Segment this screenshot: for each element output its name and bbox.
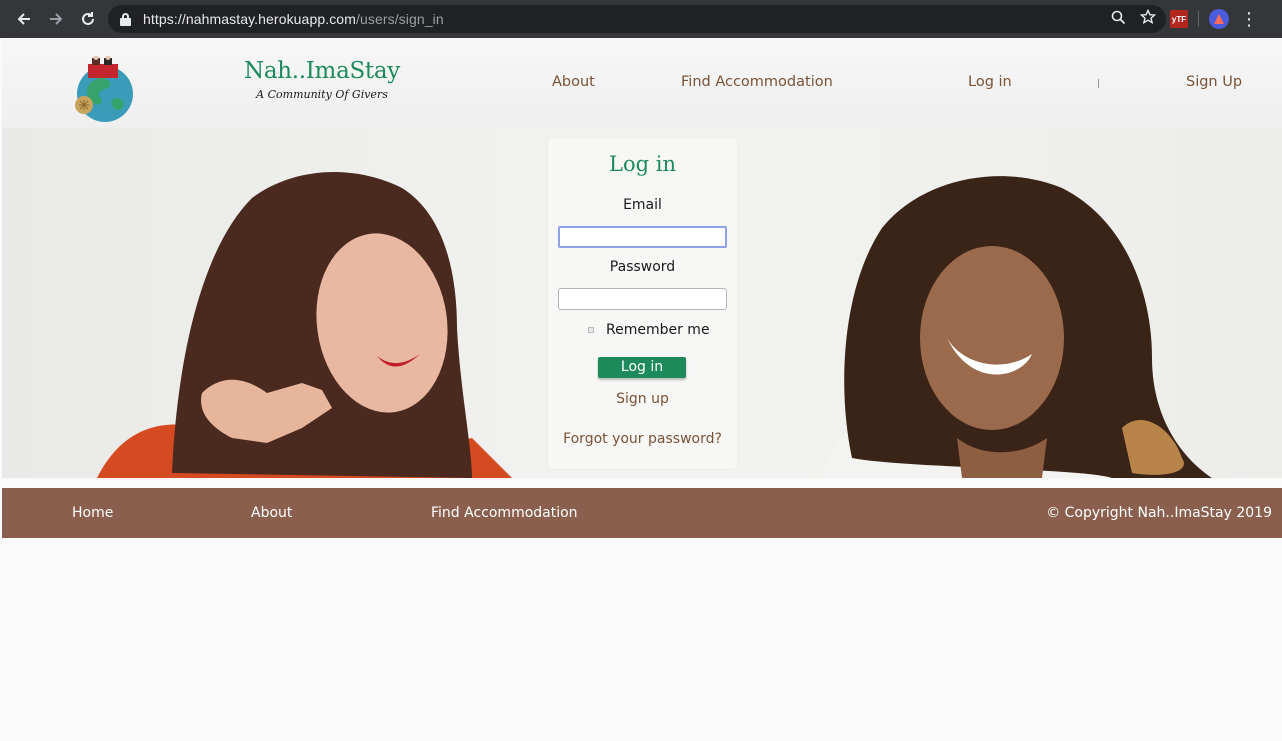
email-field[interactable]	[558, 226, 727, 248]
copyright-text: © Copyright Nah..ImaStay 2019	[1046, 505, 1272, 521]
profile-avatar[interactable]	[1209, 9, 1229, 29]
remember-me-row: Remember me	[588, 322, 710, 338]
more-menu-icon[interactable]: ⋮	[1239, 9, 1259, 30]
nav-about-link[interactable]: About	[552, 74, 595, 90]
footer-about-link[interactable]: About	[251, 505, 292, 521]
nav-signup-link[interactable]: Sign Up	[1186, 74, 1242, 90]
back-arrow-icon[interactable]	[8, 0, 40, 38]
login-submit-button[interactable]: Log in	[598, 357, 686, 378]
reload-icon[interactable]	[72, 0, 104, 38]
brand-name: Nah..ImaStay	[244, 58, 400, 84]
address-bar[interactable]: https://nahmastay.herokuapp.com/users/si…	[108, 5, 1166, 33]
site-footer: Home About Find Accommodation © Copyrigh…	[2, 488, 1282, 538]
brand-tagline: A Community Of Givers	[256, 88, 388, 101]
browser-toolbar: https://nahmastay.herokuapp.com/users/si…	[0, 0, 1282, 38]
remember-me-label[interactable]: Remember me	[606, 322, 710, 338]
brand-block[interactable]: Nah..ImaStay A Community Of Givers	[244, 58, 400, 101]
star-bookmark-icon[interactable]	[1139, 8, 1157, 29]
url-text: https://nahmastay.herokuapp.com/users/si…	[143, 11, 444, 27]
password-label: Password	[609, 259, 676, 275]
remember-me-checkbox[interactable]	[588, 327, 594, 333]
signup-link[interactable]: Sign up	[548, 391, 737, 407]
email-label: Email	[623, 197, 662, 213]
lock-icon	[120, 12, 131, 26]
login-title: Log in	[609, 152, 676, 176]
login-card: Log in Email Password Remember me Log in…	[548, 138, 737, 469]
nav-login-link[interactable]: Log in	[968, 74, 1012, 90]
globe-logo-icon[interactable]	[74, 55, 134, 124]
forgot-password-link[interactable]: Forgot your password?	[548, 431, 737, 447]
zoom-icon[interactable]	[1111, 10, 1126, 29]
site-header: Nah..ImaStay A Community Of Givers About…	[2, 38, 1282, 128]
toolbar-separator	[1198, 11, 1199, 27]
extension-ytf-icon[interactable]: yTF	[1170, 10, 1188, 28]
nav-divider	[1098, 79, 1099, 88]
password-field[interactable]	[558, 288, 727, 310]
footer-find-accommodation-link[interactable]: Find Accommodation	[431, 505, 578, 521]
nav-find-accommodation-link[interactable]: Find Accommodation	[681, 74, 833, 90]
forward-arrow-icon[interactable]	[40, 0, 72, 38]
footer-home-link[interactable]: Home	[72, 505, 113, 521]
